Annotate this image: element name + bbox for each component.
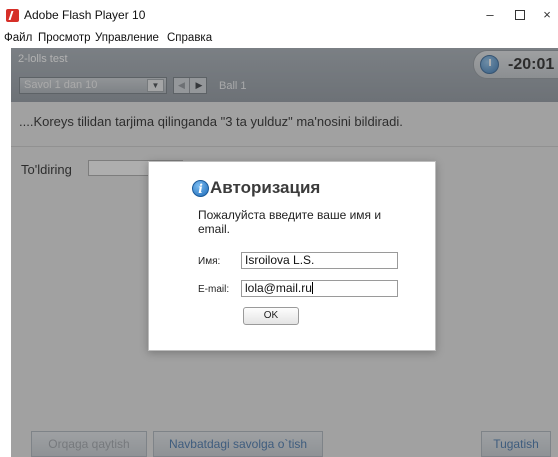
maximize-button[interactable] xyxy=(505,4,535,26)
window-edge xyxy=(0,300,11,330)
menu-item-file[interactable]: Файл xyxy=(4,32,32,44)
maximize-icon xyxy=(515,10,525,20)
email-label: E-mail: xyxy=(198,284,230,295)
text-caret xyxy=(311,282,313,294)
menu-item-control[interactable]: Управление xyxy=(95,32,159,44)
dialog-message: Пожалуйста введите ваше имя и email. xyxy=(198,208,382,236)
minimize-button[interactable]: – xyxy=(475,4,505,26)
flash-player-icon xyxy=(6,9,19,22)
auth-dialog: i Авторизация Пожалуйста введите ваше им… xyxy=(148,161,436,351)
window-title: Adobe Flash Player 10 xyxy=(24,8,146,22)
email-value: lola@mail.ru xyxy=(245,281,312,295)
menu-item-help[interactable]: Справка xyxy=(167,32,212,44)
menu-bar: Файл Просмотр Управление Справка xyxy=(0,30,558,48)
email-field[interactable]: lola@mail.ru xyxy=(241,280,398,297)
ok-button[interactable]: OK xyxy=(243,307,299,325)
name-field[interactable]: Isroilova L.S. xyxy=(241,252,398,269)
window-titlebar: Adobe Flash Player 10 – × xyxy=(0,0,558,30)
name-label: Имя: xyxy=(198,256,221,267)
menu-item-view[interactable]: Просмотр xyxy=(38,32,91,44)
info-icon: i xyxy=(192,180,209,197)
dialog-title: Авторизация xyxy=(210,178,321,197)
close-button[interactable]: × xyxy=(535,4,558,26)
test-app: 2-lolls test Savol 1 dan 10 ▼ ◀ ▶ Ball 1… xyxy=(11,48,558,457)
